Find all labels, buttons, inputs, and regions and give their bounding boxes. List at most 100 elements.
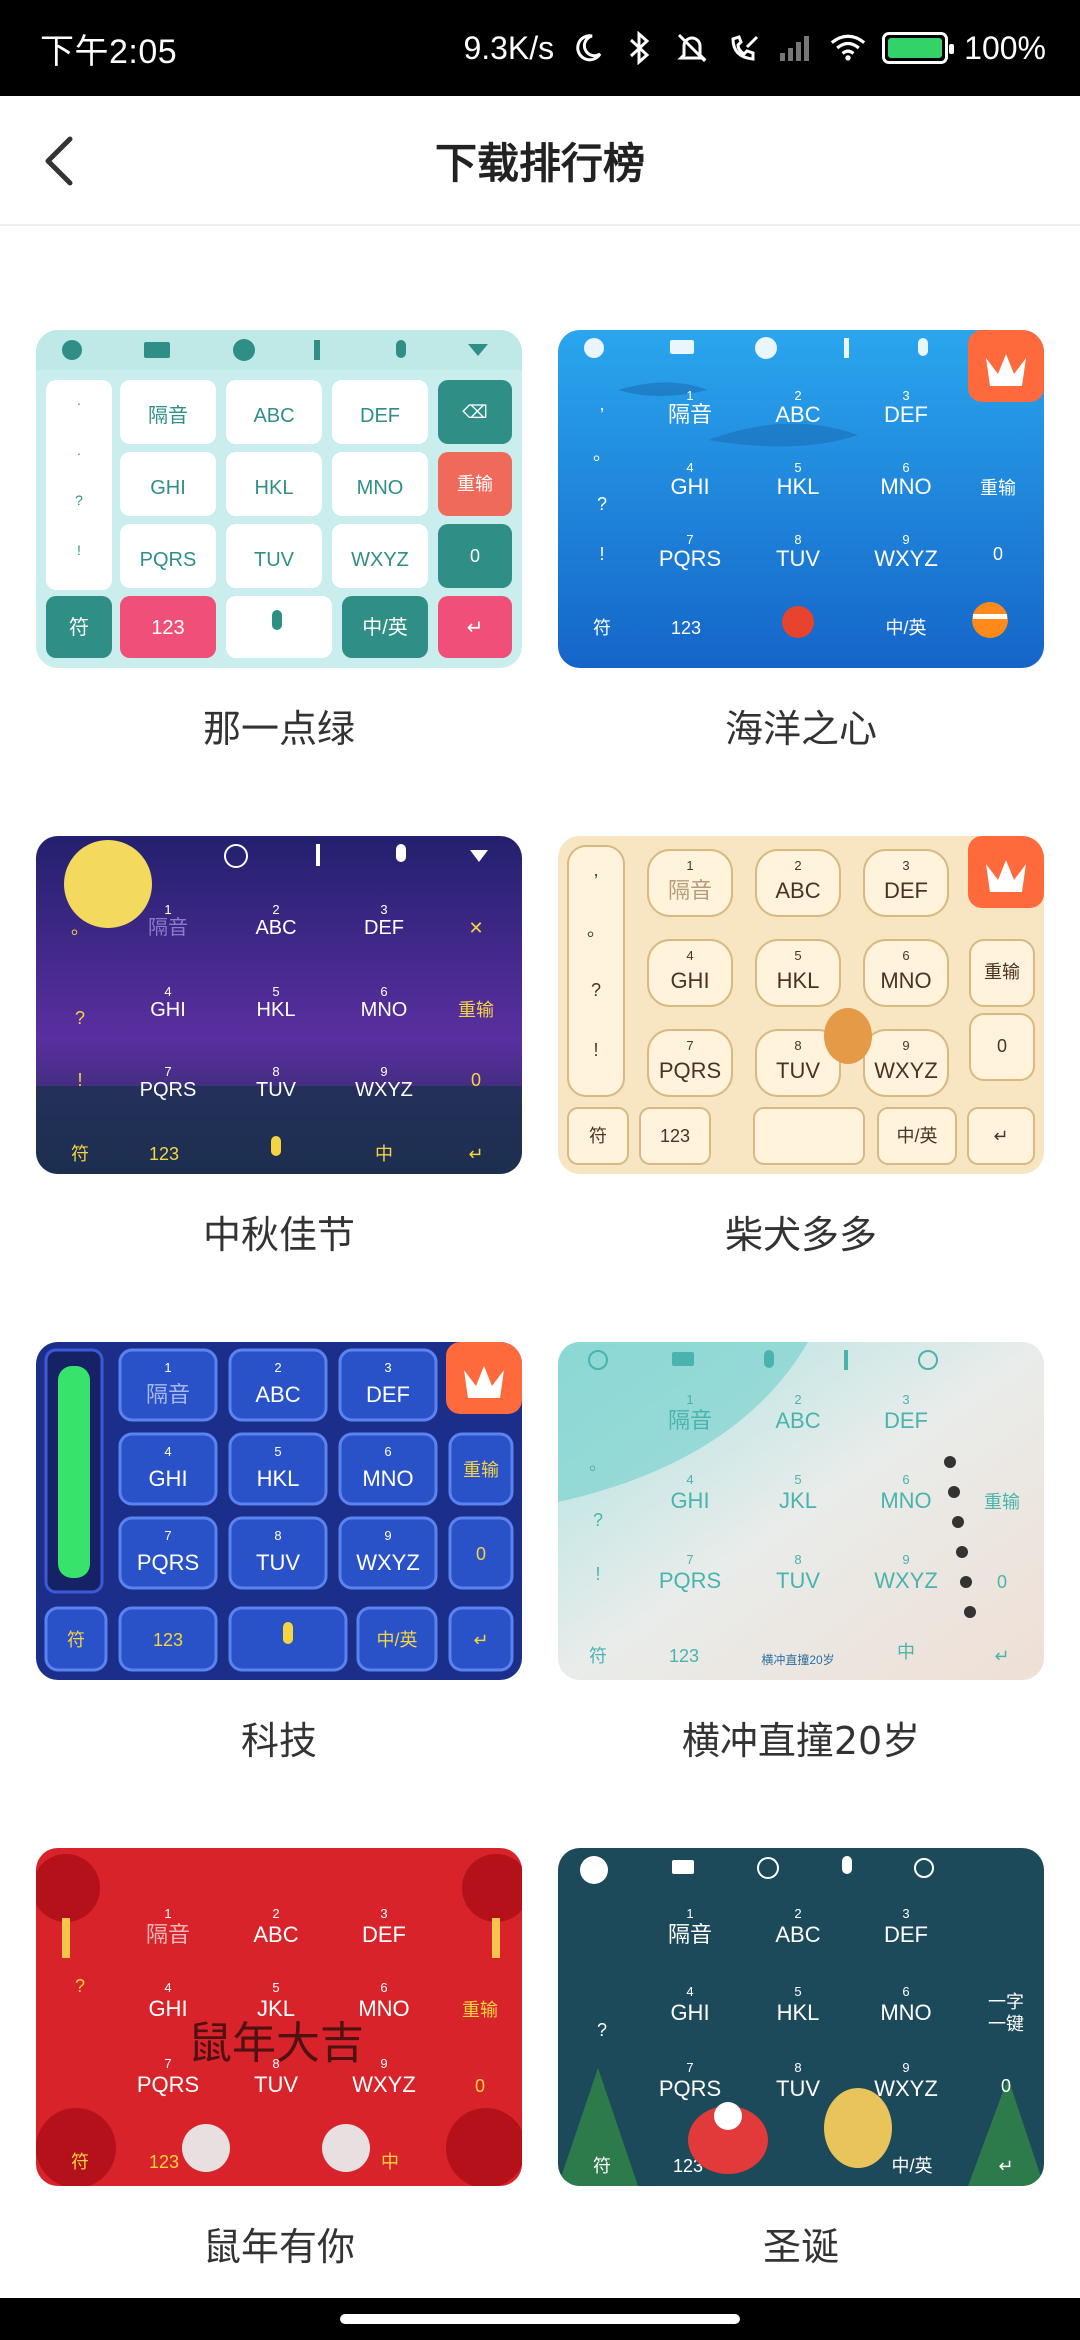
svg-text:123: 123 (669, 1646, 699, 1666)
svg-text:GHI: GHI (150, 999, 186, 1021)
skin-card-christmas[interactable]: 1 2 3 4 5 6 7 8 9 隔音 ABC DEF GHI HKL MNO PQRS TUV WXYZ ?… (558, 1848, 1044, 2271)
skin-card-shiba[interactable]: 123456789 隔音 ABC DEF GHI HKL MNO PQRS TUV WXYZ ,… (558, 836, 1044, 1259)
svg-text:4: 4 (686, 1984, 693, 1999)
svg-text:123: 123 (149, 2152, 179, 2172)
skin-name: 柴犬多多 (724, 1213, 877, 1257)
svg-text:0: 0 (475, 2076, 485, 2096)
skin-card-beach[interactable]: 123456789 隔音 ABC DEF GHI JKL MNO PQRS TUV WXYZ 。… (558, 1342, 1044, 1765)
svg-text:9: 9 (902, 532, 909, 547)
svg-text:4: 4 (164, 1980, 171, 1995)
skin-thumbnail[interactable]: ..?! 隔音 ABC DEF GHI HKL MNO PQRS TUV WXYZ ⌫ 重输 0 (36, 330, 522, 668)
home-indicator[interactable] (340, 2314, 740, 2324)
svg-text:!: ! (77, 1070, 82, 1090)
svg-text:符: 符 (593, 2156, 611, 2176)
svg-text:隔音: 隔音 (668, 402, 712, 427)
skin-card-tech[interactable]: 123456789 隔音 ABC DEF GHI HKL MNO PQRS TUV WXYZ 重… (36, 1342, 522, 1765)
svg-text:8: 8 (272, 1064, 279, 1079)
svg-text:7: 7 (164, 1528, 171, 1543)
svg-text:HKL: HKL (777, 968, 820, 993)
svg-text:GHI: GHI (670, 968, 709, 993)
svg-text:DEF: DEF (364, 917, 404, 939)
skin-thumbnail[interactable]: 123456789 隔音 ABC DEF GHI HKL MNO PQRS TUV WXYZ 。… (36, 836, 522, 1174)
skin-thumbnail[interactable]: 1 2 3 4 5 6 7 8 9 隔音 ABC DEF GHI HKL MNO PQRS TUV WXYZ ?… (558, 1848, 1044, 2186)
svg-text:6: 6 (902, 948, 909, 963)
svg-text:5: 5 (274, 1444, 281, 1459)
svg-text:,: , (599, 394, 604, 414)
svg-text:隔音: 隔音 (146, 1922, 190, 1947)
svg-text:0: 0 (997, 1036, 1007, 1056)
svg-text:DEF: DEF (362, 1922, 406, 1947)
svg-text:。: 。 (587, 920, 605, 940)
svg-text:0: 0 (476, 1544, 486, 1564)
svg-text:TUV: TUV (254, 2072, 298, 2097)
svg-text:符: 符 (67, 1630, 85, 1650)
moon-icon (570, 30, 606, 66)
svg-text:?: ? (597, 2020, 607, 2040)
svg-text:DEF: DEF (884, 402, 928, 427)
svg-text:MNO: MNO (880, 968, 931, 993)
skin-card-rat-year[interactable]: 123456789 隔音 ABC DEF GHI JKL MNO PQRS TUV WXYZ ?… (36, 1848, 522, 2271)
svg-text:重输: 重输 (984, 962, 1020, 982)
bluetooth-icon (622, 30, 658, 66)
svg-text:3: 3 (902, 388, 909, 403)
svg-text:123: 123 (149, 1144, 179, 1164)
skin-name: 鼠年有你 (202, 2225, 355, 2269)
svg-text:GHI: GHI (148, 1466, 187, 1491)
skin-thumbnail[interactable]: 123456789 隔音 ABC DEF GHI JKL MNO PQRS TUV WXYZ ?… (36, 1848, 522, 2186)
svg-text:中/英: 中/英 (885, 618, 926, 638)
svg-text:WXYZ: WXYZ (874, 1058, 938, 1083)
svg-text:3: 3 (902, 1392, 909, 1407)
svg-text:6: 6 (902, 1472, 909, 1487)
svg-text:8: 8 (794, 2060, 801, 2075)
svg-text:符: 符 (589, 1646, 607, 1666)
svg-text:3: 3 (902, 1906, 909, 1921)
svg-text:3: 3 (380, 1906, 387, 1921)
svg-text:9: 9 (902, 2060, 909, 2075)
svg-text:ABC: ABC (775, 402, 820, 427)
svg-text:⌫: ⌫ (462, 402, 487, 422)
skin-thumbnail[interactable]: 123456789 隔音 ABC DEF GHI HKL MNO PQRS TUV WXYZ ,… (558, 836, 1044, 1174)
skin-card-green[interactable]: ..?! 隔音 ABC DEF GHI HKL MNO PQRS TUV WXYZ ⌫ 重输 0 (36, 330, 522, 753)
svg-text:WXYZ: WXYZ (356, 1550, 420, 1575)
svg-text:TUV: TUV (776, 2076, 820, 2101)
svg-text:0: 0 (1001, 2076, 1011, 2096)
skin-thumbnail[interactable]: 123456789 隔音 ABC DEF GHI JKL MNO PQRS TUV WXYZ 。… (558, 1342, 1044, 1680)
svg-text:HKL: HKL (257, 999, 296, 1021)
svg-text:5: 5 (272, 1980, 279, 1995)
svg-text:6: 6 (384, 1444, 391, 1459)
svg-text:重输: 重输 (980, 478, 1016, 498)
svg-text:0: 0 (997, 1572, 1007, 1592)
svg-text:GHI: GHI (670, 1488, 709, 1513)
svg-text:PQRS: PQRS (137, 1550, 199, 1575)
skin-thumbnail[interactable]: 123456789 隔音 ABC DEF GHI HKL MNO PQRS TUV WXYZ ,… (558, 330, 1044, 668)
svg-text:5: 5 (794, 1472, 801, 1487)
skin-card-ocean[interactable]: 123456789 隔音 ABC DEF GHI HKL MNO PQRS TUV WXYZ ,… (558, 330, 1044, 753)
battery-icon (882, 32, 955, 64)
svg-text:123: 123 (153, 1630, 183, 1650)
svg-text:!: ! (593, 1040, 598, 1060)
back-button[interactable] (28, 129, 92, 193)
svg-text:符: 符 (593, 618, 611, 638)
svg-text:↵: ↵ (467, 617, 484, 639)
svg-text:9: 9 (380, 2056, 387, 2071)
svg-text:MNO: MNO (880, 2000, 931, 2025)
svg-text:0: 0 (471, 1070, 481, 1090)
svg-text:4: 4 (686, 460, 693, 475)
svg-text:1: 1 (164, 1906, 171, 1921)
svg-text:PQRS: PQRS (659, 2076, 721, 2101)
svg-text:PQRS: PQRS (659, 546, 721, 571)
skin-card-mid-autumn[interactable]: 123456789 隔音 ABC DEF GHI HKL MNO PQRS TUV WXYZ 。… (36, 836, 522, 1259)
svg-text:4: 4 (686, 1472, 693, 1487)
svg-text:中: 中 (381, 2152, 399, 2172)
svg-text:WXYZ: WXYZ (352, 2072, 416, 2097)
svg-text:9: 9 (902, 1038, 909, 1053)
svg-text:6: 6 (902, 1984, 909, 1999)
svg-text:MNO: MNO (357, 477, 404, 499)
svg-text:4: 4 (686, 948, 693, 963)
svg-text:重输: 重输 (458, 1000, 494, 1020)
svg-text:WXYZ: WXYZ (874, 2076, 938, 2101)
svg-text:ABC: ABC (253, 1922, 298, 1947)
skin-thumbnail[interactable]: 123456789 隔音 ABC DEF GHI HKL MNO PQRS TUV WXYZ 重… (36, 1342, 522, 1680)
top-bar: 下载排行榜 (0, 96, 1080, 226)
svg-text:HKL: HKL (255, 477, 294, 499)
